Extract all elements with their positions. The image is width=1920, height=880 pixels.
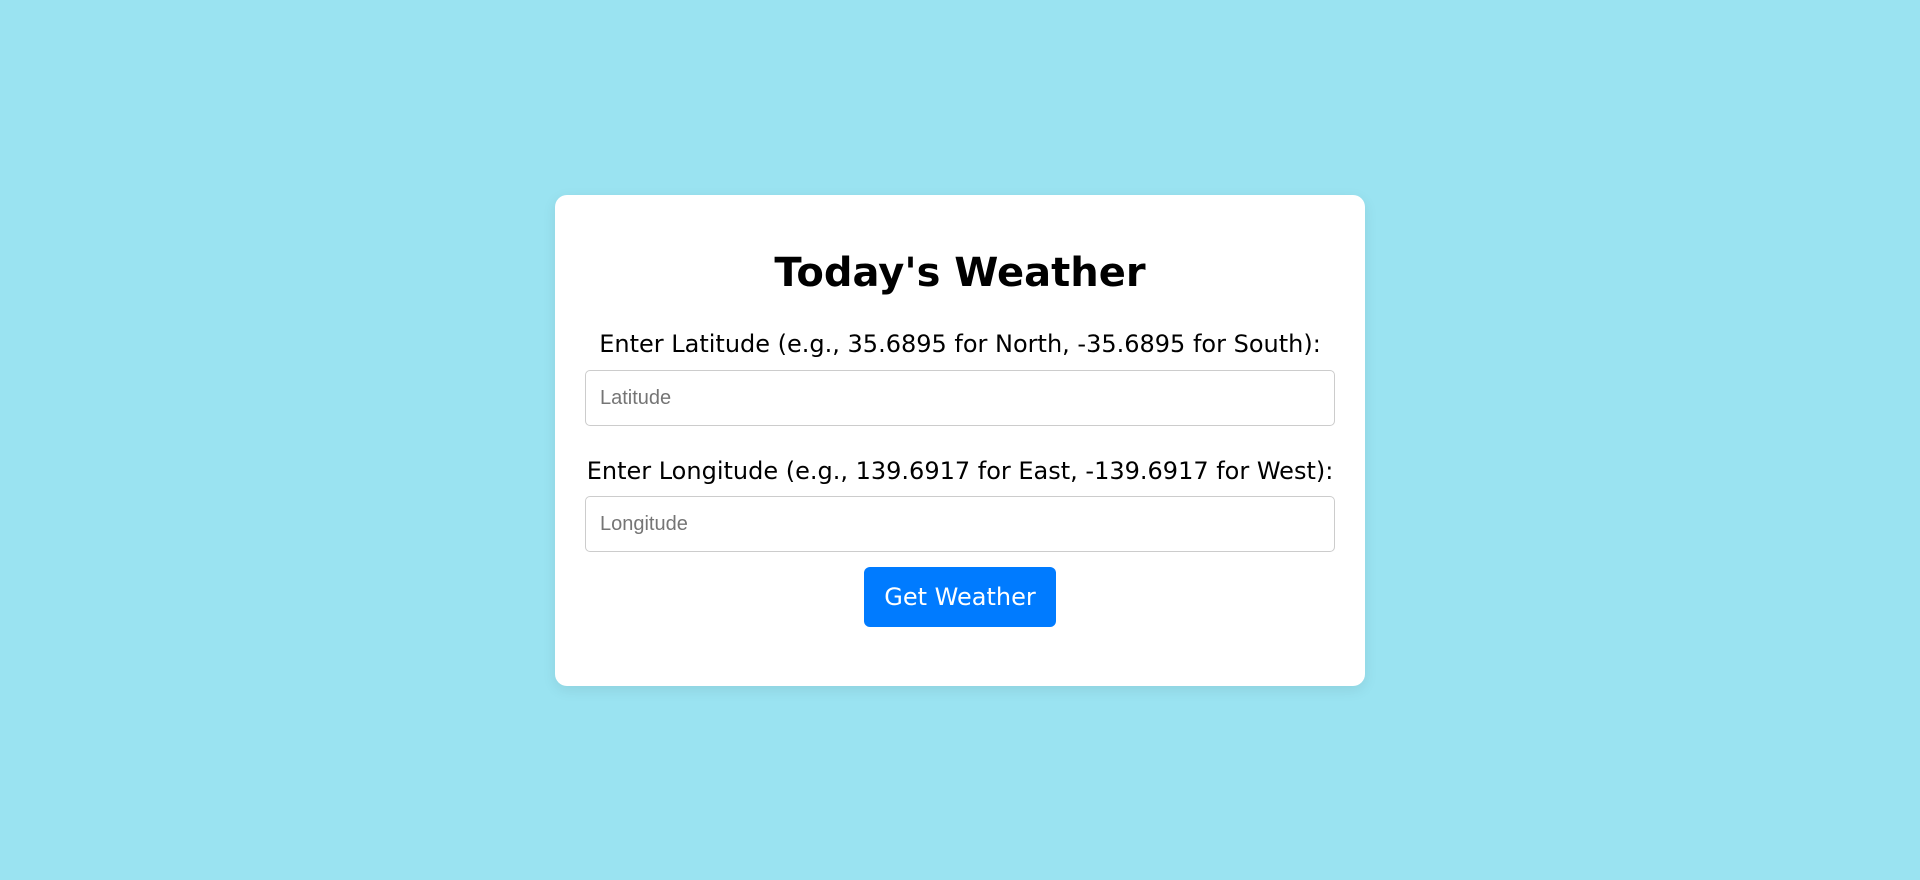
latitude-label: Enter Latitude (e.g., 35.6895 for North,… [599,330,1321,358]
get-weather-button[interactable]: Get Weather [864,567,1056,627]
longitude-input[interactable] [585,496,1335,552]
page-title: Today's Weather [774,250,1146,296]
longitude-label: Enter Longitude (e.g., 139.6917 for East… [586,457,1334,485]
weather-card: Today's Weather Enter Latitude (e.g., 35… [555,195,1365,686]
latitude-input[interactable] [585,370,1335,426]
